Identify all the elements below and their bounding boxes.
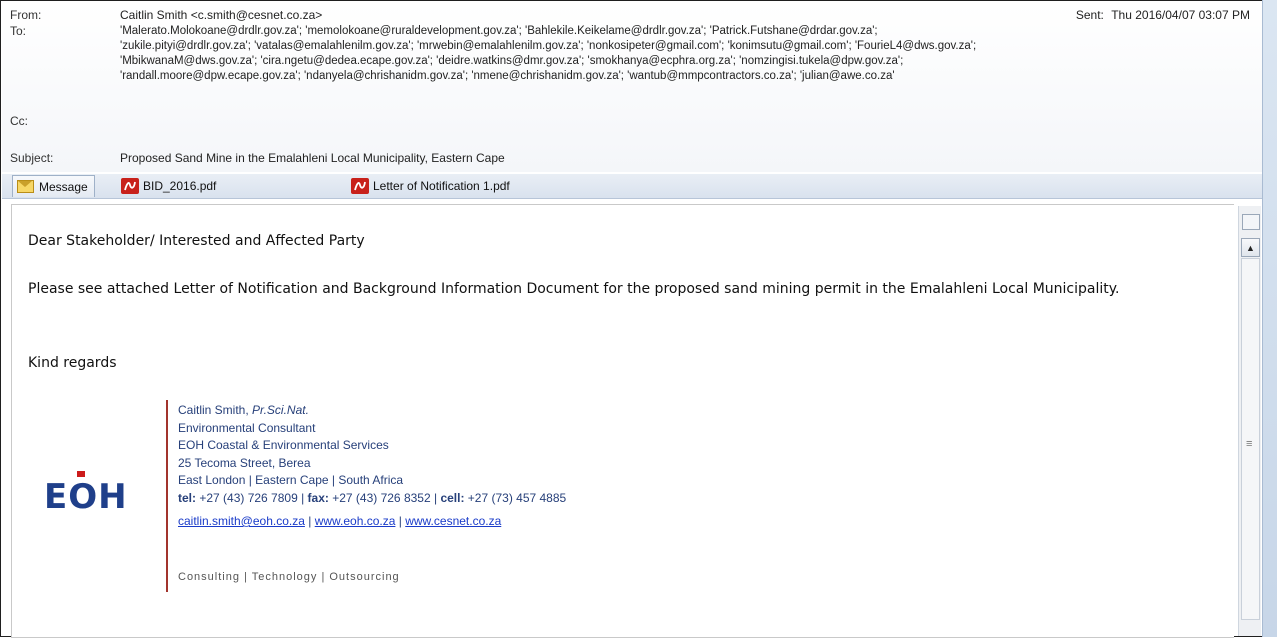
signature-name: Caitlin Smith, [178,403,253,417]
greeting: Dear Stakeholder/ Interested and Affecte… [28,233,365,249]
pdf-icon [351,178,369,194]
from-label: From: [10,8,42,22]
signature-city: East London | Eastern Cape | South Afric… [178,473,404,487]
website-eoh-link[interactable]: www.eoh.co.za [315,514,396,528]
window-edge [1262,0,1277,637]
attachment-label: BID_2016.pdf [143,179,217,193]
tel-label: tel: [178,490,196,505]
cell-label: cell: [440,490,465,505]
attachment-bar: Message BID_2016.pdf Letter of Notificat… [2,174,1264,199]
cc-label: Cc: [10,114,28,128]
signature-block: Caitlin Smith, Pr.Sci.Nat. Environmental… [178,402,566,531]
to-line[interactable]: 'zukile.pityi@drdlr.gov.za'; 'vatalas@em… [120,39,1250,54]
message-body[interactable]: Dear Stakeholder/ Interested and Affecte… [11,204,1234,638]
to-line[interactable]: 'Malerato.Molokoane@drdlr.gov.za'; 'memo… [120,24,1250,39]
signature-phones: tel: +27 (43) 726 7809 | fax: +27 (43) 7… [178,490,566,508]
signature-tagline: Consulting | Technology | Outsourcing [178,571,400,583]
tel-value: +27 (43) 726 7809 | [196,490,308,505]
website-cesnet-link[interactable]: www.cesnet.co.za [405,514,501,528]
email-header: From: Caitlin Smith <c.smith@cesnet.co.z… [2,2,1262,172]
signature-name-line: Caitlin Smith, Pr.Sci.Nat. [178,402,566,420]
fax-label: fax: [307,490,329,505]
signature-divider [166,400,168,592]
sent-info: Sent: Thu 2016/04/07 03:07 PM [1072,8,1250,22]
scroll-up-button[interactable]: ▲ [1241,238,1260,257]
envelope-icon [17,180,34,193]
cell-value: +27 (73) 457 4885 [464,490,567,505]
vertical-scrollbar[interactable]: ▲ ≡ [1238,206,1261,636]
closing: Kind regards [28,355,117,371]
signature-company: EOH Coastal & Environmental Services [178,438,389,452]
subject-value: Proposed Sand Mine in the Emalahleni Loc… [120,151,505,165]
attachment-label: Letter of Notification 1.pdf [373,179,510,193]
subject-label: Subject: [10,151,54,165]
tab-message-label: Message [39,179,88,194]
eoh-logo: EOH [44,471,128,517]
to-line[interactable]: 'randall.moore@dpw.ecape.gov.za'; 'ndany… [120,69,1250,84]
pdf-icon [121,178,139,194]
email-link[interactable]: caitlin.smith@eoh.co.za [178,514,305,528]
to-line[interactable]: 'MbikwanaM@dws.gov.za'; 'cira.ngetu@dede… [120,54,1250,69]
to-label: To: [10,24,27,38]
signature-street: 25 Tecoma Street, Berea [178,455,311,470]
tab-message[interactable]: Message [12,175,95,197]
message-paragraph: Please see attached Letter of Notificati… [28,281,1120,297]
email-window: From: Caitlin Smith <c.smith@cesnet.co.z… [0,0,1277,638]
from-value[interactable]: Caitlin Smith <c.smith@cesnet.co.za> [120,8,322,22]
fax-value: +27 (43) 726 8352 | [328,490,441,505]
link-separator: | [304,514,315,528]
attachment-letter-pdf[interactable]: Letter of Notification 1.pdf [350,175,510,197]
sent-value: Thu 2016/04/07 03:07 PM [1111,8,1250,22]
signature-title: Pr.Sci.Nat. [252,403,309,417]
sent-label: Sent: [1075,8,1104,22]
signature-role: Environmental Consultant [178,420,316,435]
scroll-grip-icon: ≡ [1246,438,1253,450]
link-separator: | [395,514,406,528]
signature-links: caitlin.smith@eoh.co.za | www.eoh.co.za … [178,513,566,531]
attachment-bid-pdf[interactable]: BID_2016.pdf [120,175,216,197]
people-pane-icon[interactable] [1242,214,1260,230]
